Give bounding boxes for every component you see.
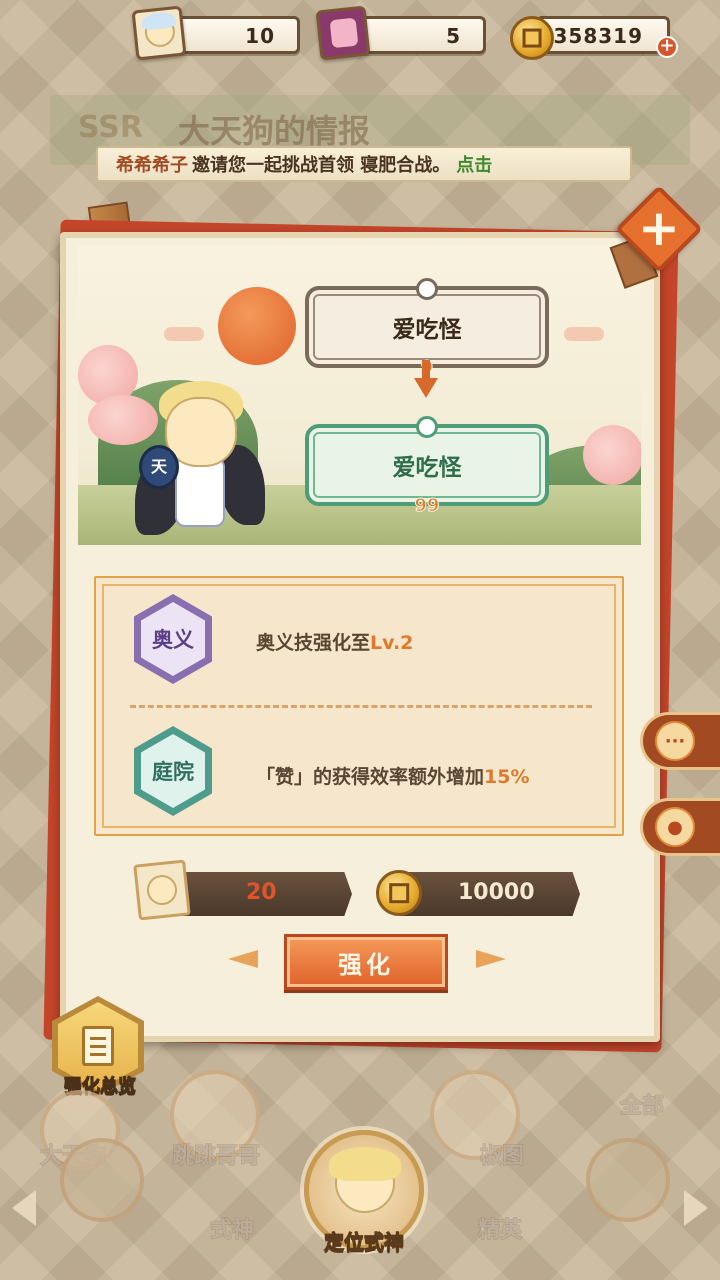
next-skill-name: 爱吃怪 — [392, 455, 462, 481]
current-skill-plate: 爱吃怪 9 — [305, 278, 549, 379]
elite-tab-label[interactable]: 精英 — [477, 1212, 522, 1244]
coin-counter: 358319 — [536, 16, 670, 54]
ougi-effect-highlight: Lv.2 — [370, 632, 414, 654]
shikigami-tab-label[interactable]: 式神 — [209, 1212, 254, 1244]
close-icon[interactable]: + — [631, 198, 687, 258]
sun-decoration — [218, 287, 296, 365]
next-arrow-icon[interactable] — [684, 1190, 708, 1226]
next-skill-level: 99 — [414, 495, 440, 517]
faded-name-right: 椒图 — [479, 1144, 525, 1170]
ticket-icon — [315, 5, 371, 61]
fragment-cost-icon — [133, 859, 191, 921]
current-skill-name: 爱吃怪 — [392, 317, 462, 343]
shikigami-character: 天 — [135, 381, 265, 545]
fragment-cost-value: 20 — [246, 880, 277, 905]
ougi-badge-label: 奥义 — [141, 602, 205, 676]
prev-arrow-icon[interactable] — [12, 1190, 36, 1226]
divider — [130, 705, 592, 708]
invite-text: 邀请您一起挑战首领 寝肥合战。 — [192, 155, 451, 176]
invite-player-name: 希希希子 — [116, 155, 188, 176]
coin-cost-icon — [376, 870, 422, 916]
daruma-doll-icon: ● — [655, 807, 695, 847]
courtyard-effect-highlight: 15% — [484, 766, 530, 788]
enhance-button[interactable]: 强化 — [284, 934, 448, 990]
ticket-counter: 5 — [354, 16, 486, 54]
chat-bubble-icon: ··· — [655, 721, 695, 761]
doll-tab[interactable]: ● — [640, 798, 720, 856]
down-arrow-icon — [414, 378, 438, 398]
fragment-count: 10 — [245, 24, 275, 48]
fragment-counter: 10 — [168, 16, 300, 54]
tab-all[interactable]: 全部 — [619, 1088, 664, 1120]
deco-triangle-right — [476, 950, 506, 968]
courtyard-effect-text: 「赞」的获得效率额外增加15% — [256, 762, 530, 789]
ticket-count: 5 — [446, 24, 461, 48]
coin-cost-value: 10000 — [458, 880, 535, 905]
ougi-effect-prefix: 奥义技强化至 — [256, 632, 371, 654]
upgrade-arrow-stem — [422, 360, 430, 380]
rarity-label: SSR — [78, 110, 143, 145]
cloud-decoration — [164, 327, 204, 341]
left-shikigami-button[interactable] — [60, 1138, 144, 1222]
fan-emblem-icon: 天 — [139, 445, 179, 489]
coin-count: 358319 — [553, 24, 643, 48]
courtyard-effect-prefix: 「赞」的获得效率额外增加 — [256, 766, 485, 788]
courtyard-badge-label: 庭院 — [141, 734, 205, 808]
locate-shikigami-label[interactable]: 定位式神 — [300, 1226, 428, 1255]
right-shikigami-button[interactable] — [586, 1138, 670, 1222]
coin-icon — [510, 16, 554, 60]
shikigami-fragment-icon — [131, 5, 187, 61]
character-robe — [175, 457, 225, 527]
add-coin-plus-icon[interactable]: + — [656, 36, 678, 58]
chat-tab[interactable]: ··· — [640, 712, 720, 770]
blossom-tree-decoration — [583, 425, 641, 485]
invite-notice[interactable]: 希希希子 邀请您一起挑战首领 寝肥合战。 点击 — [96, 146, 632, 182]
invite-click-link[interactable]: 点击 — [456, 151, 492, 177]
plate-crest-icon — [416, 278, 438, 300]
faded-name-mid: 跳跳哥哥 — [171, 1144, 261, 1170]
next-skill-plate: 爱吃怪 99 — [305, 416, 549, 517]
document-icon — [82, 1026, 114, 1066]
ougi-effect-text: 奥义技强化至Lv.2 — [256, 628, 413, 655]
cloud-decoration — [564, 327, 604, 341]
plate-crest-icon — [416, 416, 438, 438]
deco-triangle-left — [228, 950, 258, 968]
